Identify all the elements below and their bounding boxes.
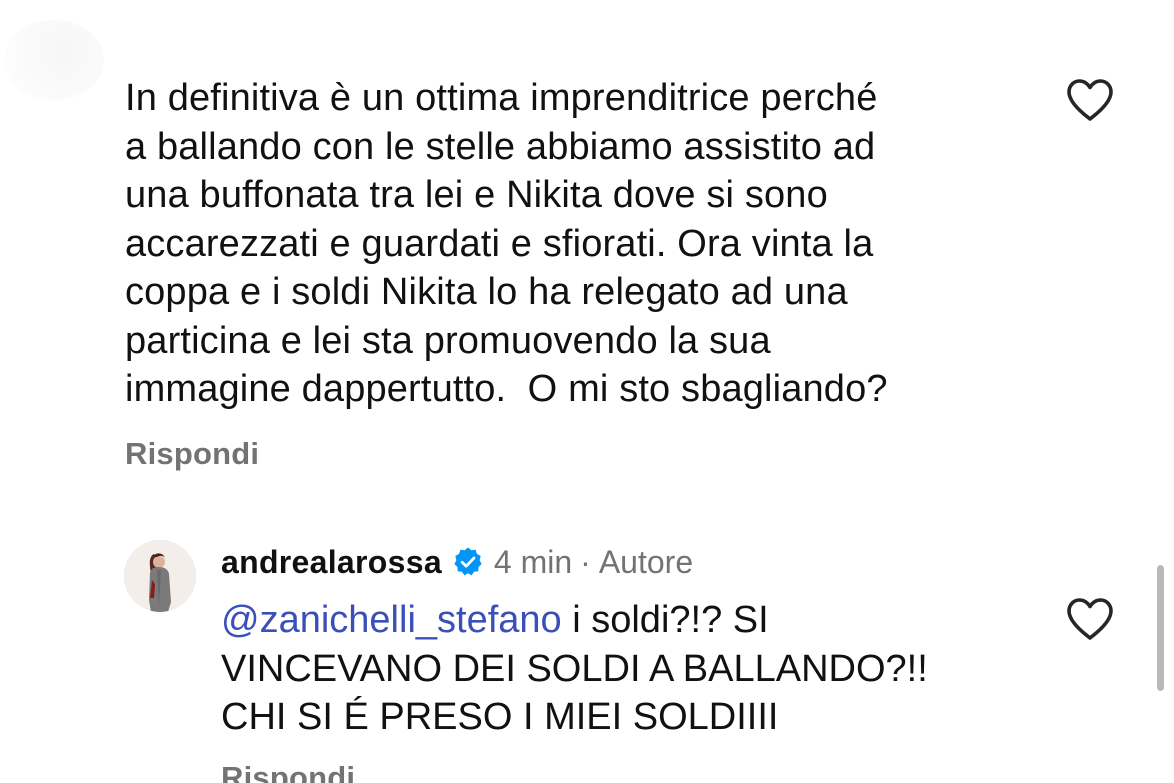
timestamp: 4 min xyxy=(493,543,573,580)
verified-badge-icon xyxy=(454,547,482,576)
author-label: Autore xyxy=(598,543,694,580)
meta-separator: · xyxy=(580,543,591,580)
scrollbar[interactable] xyxy=(1157,565,1164,691)
heart-icon[interactable] xyxy=(1065,78,1115,122)
reply-text: @zanichelli_stefano i soldi?!? SI VINCEVA… xyxy=(221,596,1041,742)
comments-screen: In definitiva è un ottima imprenditrice … xyxy=(0,0,1174,783)
reply-button[interactable]: Rispondi xyxy=(221,760,355,783)
comment-text: In definitiva è un ottima imprenditrice … xyxy=(125,77,888,410)
previous-avatar-fragment xyxy=(4,20,104,100)
reply-button[interactable]: Rispondi xyxy=(125,436,259,472)
avatar[interactable] xyxy=(124,540,196,612)
reply-text-line2: VINCEVANO DEI SOLDI A BALLANDO?!! xyxy=(221,647,928,690)
avatar-portrait xyxy=(124,540,196,612)
reply-meta: andrealarossa 4 min · Autore xyxy=(221,540,693,584)
heart-icon[interactable] xyxy=(1065,597,1115,641)
reply-text-line1: i soldi?!? SI xyxy=(561,599,769,641)
reply-text-line3: CHI SI É PRESO I MIEI SOLDIIII xyxy=(221,696,779,738)
mention-link[interactable]: @zanichelli_stefano xyxy=(221,599,562,641)
username[interactable]: andrealarossa xyxy=(221,544,442,581)
